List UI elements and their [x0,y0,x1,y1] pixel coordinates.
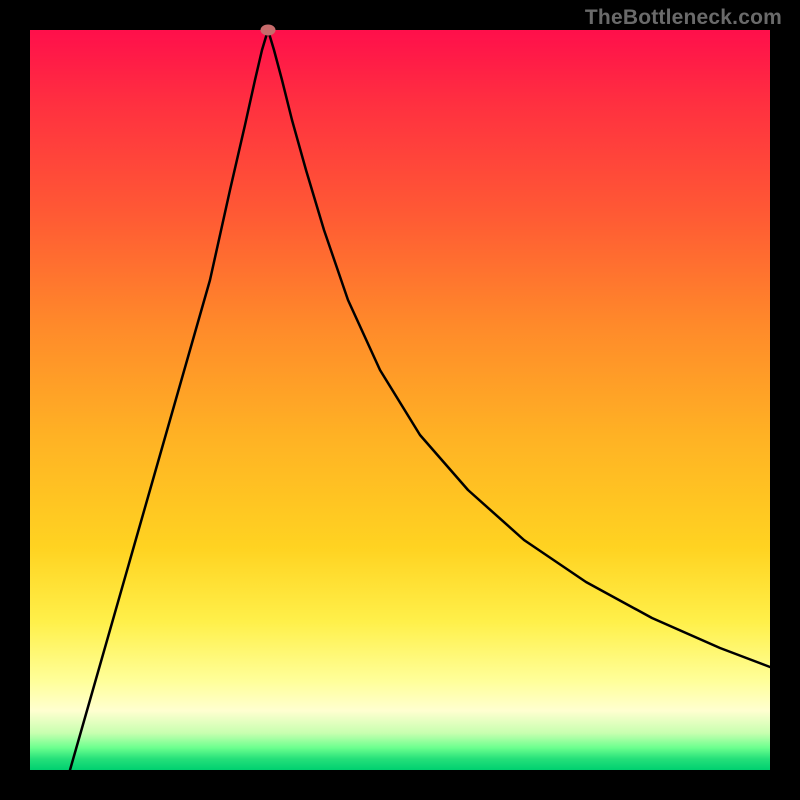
chart-frame: TheBottleneck.com [0,0,800,800]
bottleneck-curve [30,30,770,770]
watermark-text: TheBottleneck.com [585,6,782,30]
plot-area [30,30,770,770]
optimum-marker [261,25,276,36]
